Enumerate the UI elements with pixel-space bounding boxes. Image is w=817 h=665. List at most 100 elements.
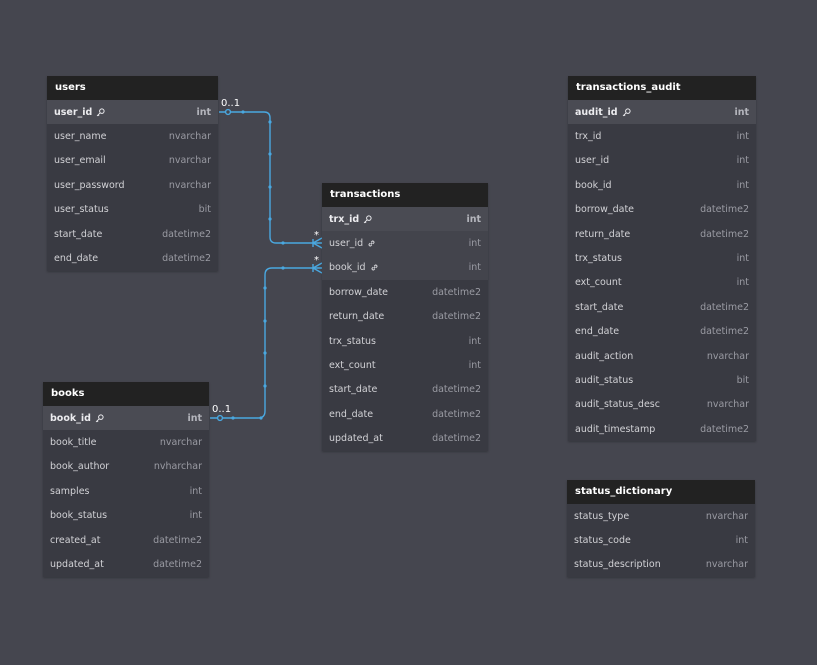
table-status-dictionary[interactable]: status_dictionary status_type nvarchar stat… — [567, 480, 755, 578]
column-name-text: borrow_date — [329, 286, 389, 298]
column-type: int — [736, 277, 749, 289]
table-title[interactable]: books — [43, 382, 209, 406]
column-name: user_id — [575, 155, 609, 166]
column-type: datetime2 — [432, 433, 481, 445]
relationship-books-transactions[interactable] — [210, 262, 323, 422]
column-row[interactable]: samples int — [43, 479, 209, 503]
column-name-text: user_id — [575, 155, 610, 167]
column-row[interactable]: user_password nvarchar — [47, 173, 218, 197]
column-row[interactable]: end_date datetime2 — [322, 402, 488, 426]
column-row[interactable]: created_at datetime2 — [43, 528, 209, 552]
column-row[interactable]: return_date datetime2 — [568, 222, 756, 246]
column-row[interactable]: book_author nvharchar — [43, 455, 209, 479]
column-row[interactable]: trx_status int — [322, 329, 488, 353]
column-type: int — [734, 106, 749, 118]
column-row[interactable]: end_date datetime2 — [568, 320, 756, 344]
table-transactions[interactable]: transactions trx_id int user_id int book_id in… — [322, 183, 488, 451]
column-name-text: user_password — [54, 179, 125, 191]
column-row[interactable]: book_id int — [568, 173, 756, 197]
column-type: int — [736, 179, 749, 191]
primary-key-icon — [95, 414, 104, 423]
table-title[interactable]: transactions_audit — [568, 76, 756, 100]
column-type: datetime2 — [700, 326, 749, 338]
column-name-text: book_id — [575, 179, 612, 191]
table-books[interactable]: books book_id int book_title nvarchar book_au… — [43, 382, 209, 577]
table-title[interactable]: users — [47, 76, 218, 100]
column-row[interactable]: updated_at datetime2 — [43, 552, 209, 576]
primary-key-icon — [96, 108, 105, 117]
column-name: user_email — [54, 155, 106, 166]
column-row[interactable]: user_id int — [47, 100, 218, 125]
column-row[interactable]: end_date datetime2 — [47, 246, 218, 270]
column-row[interactable]: status_description nvarchar — [567, 553, 755, 577]
column-row[interactable]: audit_action nvarchar — [568, 344, 756, 368]
column-name: trx_status — [329, 336, 376, 347]
column-type: int — [468, 238, 481, 250]
column-row[interactable]: trx_id int — [322, 207, 488, 232]
column-type: int — [466, 213, 481, 225]
column-name-text: trx_status — [575, 253, 622, 265]
column-row[interactable]: audit_status_desc nvarchar — [568, 393, 756, 417]
primary-key-icon — [622, 108, 631, 117]
column-type: datetime2 — [432, 286, 481, 298]
column-type: datetime2 — [432, 311, 481, 323]
column-name-text: book_status — [50, 510, 108, 522]
column-row[interactable]: start_date datetime2 — [322, 378, 488, 402]
column-type: int — [468, 335, 481, 347]
column-name: book_author — [50, 461, 109, 472]
table-title[interactable]: transactions — [322, 183, 488, 207]
column-row[interactable]: book_id int — [43, 406, 209, 431]
column-name: end_date — [575, 326, 619, 337]
column-row[interactable]: user_email nvarchar — [47, 149, 218, 173]
column-name: return_date — [575, 229, 630, 240]
column-type: datetime2 — [162, 253, 211, 265]
column-type: nvarchar — [159, 437, 202, 449]
column-name: start_date — [54, 229, 102, 240]
column-type: nvarchar — [168, 131, 211, 143]
column-name-text: book_title — [50, 437, 97, 449]
column-row[interactable]: return_date datetime2 — [322, 305, 488, 329]
column-row[interactable]: start_date datetime2 — [568, 295, 756, 319]
column-name: user_id — [329, 238, 376, 249]
column-row[interactable]: trx_status int — [568, 246, 756, 270]
column-row[interactable]: audit_timestamp datetime2 — [568, 417, 756, 441]
column-type: datetime2 — [153, 534, 202, 546]
column-row[interactable]: borrow_date datetime2 — [568, 198, 756, 222]
cardinality-books-to: * — [314, 255, 319, 266]
column-name-text: status_code — [574, 535, 631, 547]
column-type: int — [736, 155, 749, 167]
column-type: nvarchar — [168, 155, 211, 167]
table-users[interactable]: users user_id int user_name nvarchar user_ema… — [47, 76, 218, 271]
column-type: int — [189, 485, 202, 497]
column-name-text: user_email — [54, 155, 106, 167]
column-row[interactable]: user_id int — [322, 231, 488, 256]
column-row[interactable]: status_type nvarchar — [567, 504, 755, 528]
column-row[interactable]: book_status int — [43, 504, 209, 528]
column-name-text: end_date — [329, 408, 374, 420]
column-row[interactable]: status_code int — [567, 528, 755, 552]
column-row[interactable]: updated_at datetime2 — [322, 427, 488, 451]
column-name-text: start_date — [329, 384, 378, 396]
column-name: book_status — [50, 510, 107, 521]
column-type: bit — [198, 204, 211, 216]
column-row[interactable]: borrow_date datetime2 — [322, 280, 488, 304]
column-name: trx_id — [329, 214, 372, 225]
column-row[interactable]: user_id int — [568, 149, 756, 173]
column-row[interactable]: user_status bit — [47, 198, 218, 222]
column-row[interactable]: audit_id int — [568, 100, 756, 125]
column-name: book_id — [50, 413, 104, 424]
table-title[interactable]: status_dictionary — [567, 480, 755, 504]
column-row[interactable]: audit_status bit — [568, 368, 756, 392]
column-row[interactable]: ext_count int — [568, 271, 756, 295]
relationship-users-transactions[interactable] — [219, 108, 323, 249]
column-row[interactable]: trx_id int — [568, 124, 756, 148]
column-row[interactable]: start_date datetime2 — [47, 222, 218, 246]
column-type: int — [736, 253, 749, 265]
column-row[interactable]: ext_count int — [322, 353, 488, 377]
column-row[interactable]: user_name nvarchar — [47, 124, 218, 148]
column-row[interactable]: book_title nvarchar — [43, 430, 209, 454]
column-name-text: return_date — [575, 228, 631, 240]
table-transactions-audit[interactable]: transactions_audit audit_id int trx_id int us… — [568, 76, 756, 442]
column-name: audit_action — [575, 351, 633, 362]
column-row[interactable]: book_id int — [322, 255, 488, 281]
